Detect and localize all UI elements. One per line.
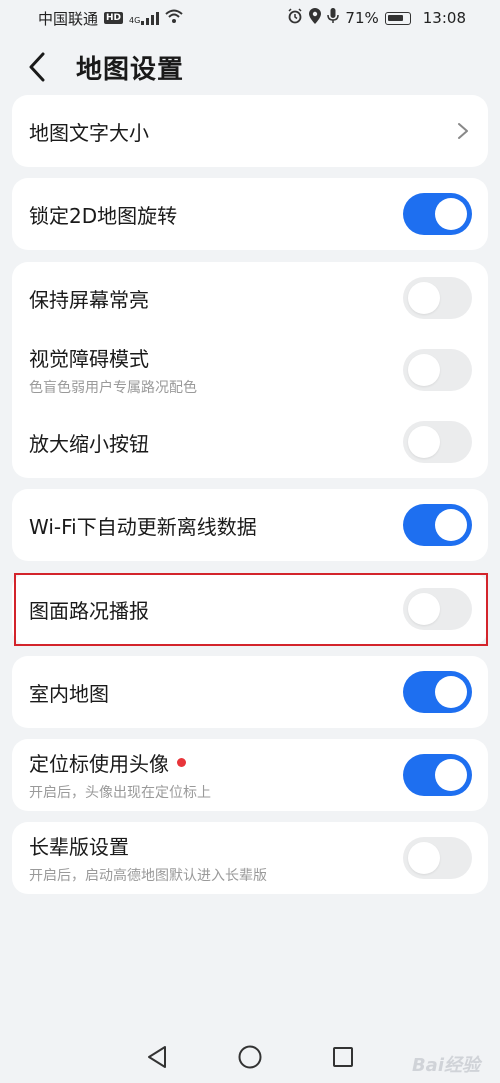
card-wifi-update: Wi-Fi下自动更新离线数据 (12, 489, 488, 561)
setting-wifi-update: Wi-Fi下自动更新离线数据 (12, 489, 488, 561)
setting-label: 图面路况播报 (29, 598, 149, 623)
card-lock-2d: 锁定2D地图旋转 (12, 178, 488, 250)
hd-badge: HD (104, 12, 124, 24)
setting-label: 保持屏幕常亮 (29, 287, 149, 312)
setting-vision-mode: 视觉障碍模式 色盲色弱用户专属路况配色 (12, 334, 488, 406)
avatar-marker-toggle[interactable] (403, 754, 472, 796)
elder-mode-toggle[interactable] (403, 837, 472, 879)
wifi-update-toggle[interactable] (403, 504, 472, 546)
carrier-label: 中国联通 (38, 9, 99, 28)
network-type: 4G (129, 15, 141, 25)
keep-screen-on-toggle[interactable] (403, 277, 472, 319)
card-map-text-size: 地图文字大小 (12, 95, 488, 167)
chevron-right-icon (458, 123, 468, 139)
setting-label: 定位标使用头像 (29, 748, 403, 777)
card-indoor-map: 室内地图 (12, 656, 488, 728)
header: 地图设置 (0, 36, 500, 98)
alarm-icon (287, 8, 303, 28)
setting-description: 色盲色弱用户专属路况配色 (29, 380, 197, 396)
battery-percent: 71% (345, 9, 379, 27)
status-left: 中国联通 HD 4G (38, 8, 183, 29)
page-title: 地图设置 (76, 54, 185, 85)
vision-mode-toggle[interactable] (403, 349, 472, 391)
setting-description: 开启后，头像出现在定位标上 (29, 785, 211, 801)
mic-icon (327, 8, 340, 28)
wifi-icon (165, 9, 183, 27)
toggle-knob (435, 198, 467, 230)
toggle-knob (408, 282, 440, 314)
setting-map-text-size[interactable]: 地图文字大小 (12, 95, 488, 167)
clock: 13:08 (422, 9, 466, 27)
card-display-group: 保持屏幕常亮 视觉障碍模式 色盲色弱用户专属路况配色 放大缩小按钮 (12, 262, 488, 478)
toggle-knob (408, 426, 440, 458)
new-badge-dot (177, 758, 186, 767)
toggle-knob (408, 354, 440, 386)
status-right: 71% 13:08 (287, 8, 466, 28)
setting-description: 开启后，启动高德地图默认进入长辈版 (29, 868, 267, 884)
signal-icon: 4G (129, 11, 160, 25)
card-elder-mode: 长辈版设置 开启后，启动高德地图默认进入长辈版 (12, 822, 488, 894)
toggle-knob (408, 842, 440, 874)
setting-zoom-buttons: 放大缩小按钮 (12, 406, 488, 478)
back-arrow-icon (29, 52, 45, 82)
status-bar: 中国联通 HD 4G 71% 13:08 (0, 0, 500, 36)
setting-label: 放大缩小按钮 (29, 431, 149, 456)
card-avatar-marker: 定位标使用头像 开启后，头像出现在定位标上 (12, 739, 488, 811)
lock-2d-rotation-toggle[interactable] (403, 193, 472, 235)
setting-avatar-marker: 定位标使用头像 开启后，头像出现在定位标上 (12, 739, 488, 811)
avatar-marker-label: 定位标使用头像 (29, 752, 169, 776)
setting-label: Wi-Fi下自动更新离线数据 (29, 514, 257, 539)
setting-indoor-map: 室内地图 (12, 656, 488, 728)
toggle-knob (435, 759, 467, 791)
setting-keep-screen-on: 保持屏幕常亮 (12, 262, 488, 334)
nav-recents-button[interactable] (323, 1037, 363, 1077)
traffic-broadcast-toggle[interactable] (403, 588, 472, 630)
nav-back-button[interactable] (137, 1037, 177, 1077)
setting-elder-mode: 长辈版设置 开启后，启动高德地图默认进入长辈版 (12, 822, 488, 894)
toggle-knob (435, 676, 467, 708)
zoom-buttons-toggle[interactable] (403, 421, 472, 463)
setting-label: 锁定2D地图旋转 (29, 203, 178, 228)
back-button[interactable] (28, 47, 58, 87)
square-recents-icon (333, 1046, 354, 1067)
toggle-knob (408, 593, 440, 625)
triangle-back-icon (147, 1045, 166, 1068)
indoor-map-toggle[interactable] (403, 671, 472, 713)
location-icon (309, 8, 322, 28)
toggle-knob (435, 509, 467, 541)
setting-label: 长辈版设置 (29, 835, 129, 859)
card-traffic-broadcast: 图面路况播报 (12, 573, 488, 645)
setting-label: 地图文字大小 (29, 120, 149, 145)
setting-lock-2d-rotation: 锁定2D地图旋转 (12, 178, 488, 250)
circle-home-icon (238, 1045, 262, 1068)
setting-label: 视觉障碍模式 (29, 347, 149, 371)
setting-label: 室内地图 (29, 681, 109, 706)
nav-home-button[interactable] (230, 1037, 270, 1077)
setting-traffic-broadcast: 图面路况播报 (12, 573, 488, 645)
watermark-logo: Bai经验 (411, 1055, 480, 1076)
battery-icon (384, 11, 411, 25)
